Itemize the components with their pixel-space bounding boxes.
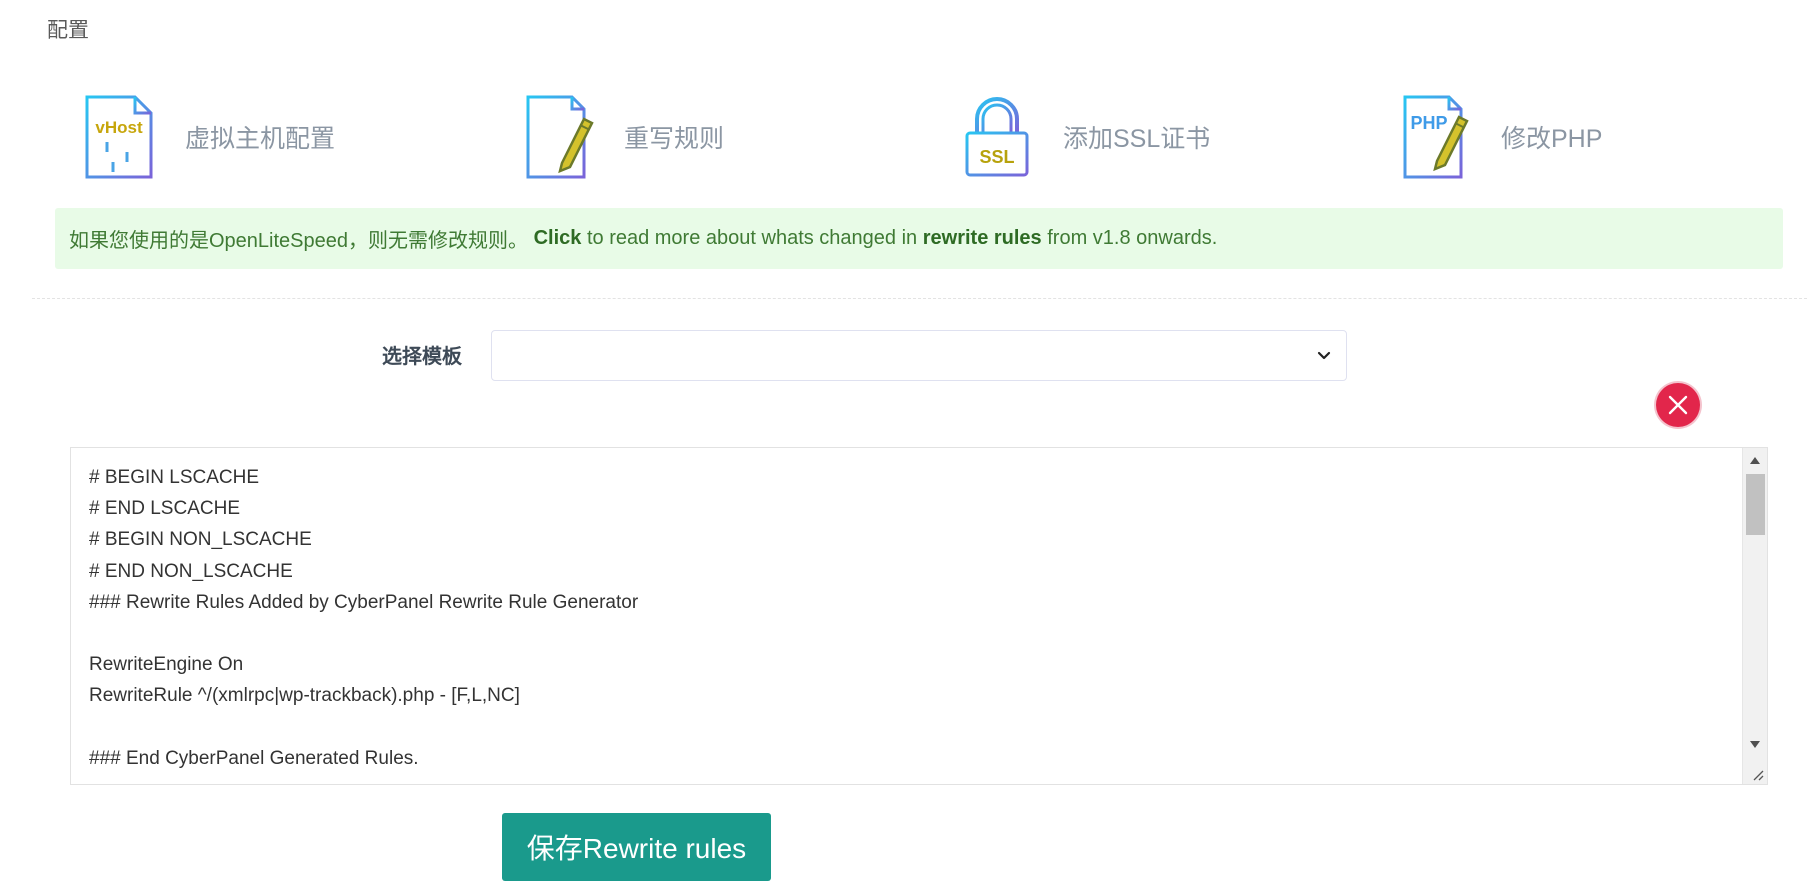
php-doc-pencil-icon: PHP xyxy=(1401,95,1469,179)
tile-vhost-label: 虚拟主机配置 xyxy=(185,125,336,153)
scroll-up-arrow-icon[interactable] xyxy=(1750,457,1760,464)
close-button[interactable] xyxy=(1656,383,1700,427)
divider xyxy=(32,298,1807,299)
rewrite-rules-content[interactable]: # BEGIN LSCACHE # END LSCACHE # BEGIN NO… xyxy=(89,462,1739,774)
tile-ssl-label: 添加SSL证书 xyxy=(1063,125,1211,153)
svg-text:vHost: vHost xyxy=(95,118,143,137)
section-title: 配置 xyxy=(47,19,89,42)
vhost-doc-icon: vHost xyxy=(85,95,153,179)
scroll-down-arrow-icon[interactable] xyxy=(1750,741,1760,748)
svg-text:PHP: PHP xyxy=(1410,113,1447,133)
tile-change-php[interactable]: PHP 修改PHP xyxy=(1399,92,1602,182)
template-select[interactable] xyxy=(491,330,1347,381)
notice-prefix: 如果您使用的是OpenLiteSpeed，则无需修改规则。 xyxy=(69,230,529,252)
svg-text:SSL: SSL xyxy=(979,147,1014,167)
tile-rewrite-rules[interactable]: 重写规则 xyxy=(522,92,724,182)
tile-rewrite-label: 重写规则 xyxy=(624,125,725,153)
notice-click-link[interactable]: Click xyxy=(534,227,582,250)
notice-middle: to read more about whats changed in xyxy=(586,227,918,249)
tile-add-ssl[interactable]: SSL 添加SSL证书 xyxy=(961,92,1210,182)
rewrite-rules-textarea[interactable]: # BEGIN LSCACHE # END LSCACHE # BEGIN NO… xyxy=(70,447,1768,785)
rewrite-rules-page: 配置 vHost 虚拟主机配置 重写规则 SSL 添加SSL证书 PHP 修改P… xyxy=(0,0,1807,895)
close-icon xyxy=(1668,395,1688,415)
resize-grip-icon[interactable] xyxy=(1749,766,1765,782)
tile-php-label: 修改PHP xyxy=(1501,125,1603,153)
template-label: 选择模板 xyxy=(382,346,462,368)
ssl-lock-icon: SSL xyxy=(965,97,1029,177)
notice-rewrite-rules: rewrite rules xyxy=(922,227,1042,249)
openlitespeed-notice: 如果您使用的是OpenLiteSpeed，则无需修改规则。 Click to r… xyxy=(55,208,1783,269)
chevron-down-icon xyxy=(1317,351,1331,360)
editor-scrollbar[interactable] xyxy=(1742,448,1767,784)
scroll-thumb[interactable] xyxy=(1746,474,1765,535)
doc-pencil-icon xyxy=(524,95,594,179)
tile-vhost-config[interactable]: vHost 虚拟主机配置 xyxy=(83,92,335,182)
save-rewrite-rules-button[interactable]: 保存Rewrite rules xyxy=(502,813,771,881)
notice-suffix: from v1.8 onwards. xyxy=(1047,227,1218,249)
